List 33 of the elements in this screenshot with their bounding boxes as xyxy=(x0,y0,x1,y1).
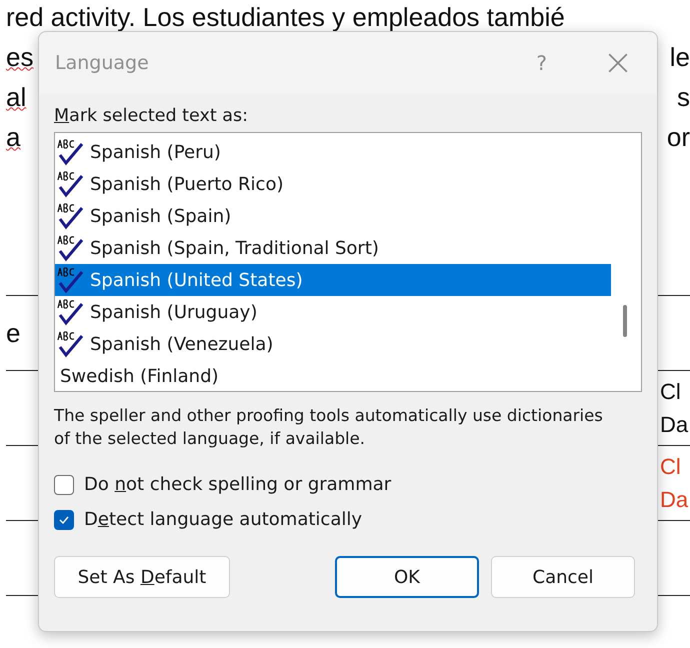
table-cell-text: e xyxy=(6,318,20,348)
table-cell-text: Cl xyxy=(660,378,682,406)
language-list[interactable]: Spanish (Peru) Spanish (Puerto Rico) Spanish (Spain) Spanish (Spain, Traditional Sort) Spanish (United States) Spanish (Uruguay) Spanish (Venezuela) Swedish (Finland) xyxy=(54,132,642,392)
document-text: le xyxy=(670,42,690,72)
document-text: al xyxy=(6,82,26,112)
table-cell-text: Cl xyxy=(660,453,682,481)
document-text: a xyxy=(6,122,20,152)
dialog-button[interactable]: Cancel xyxy=(491,556,635,598)
language-item[interactable]: Spanish (Venezuela) xyxy=(55,328,611,360)
dialog-button[interactable]: Set As Default xyxy=(54,556,230,598)
table-cell-text: Da xyxy=(660,486,690,514)
checkbox-label[interactable]: Detect language automatically xyxy=(84,509,362,530)
document-text: or xyxy=(666,122,690,152)
dialog-button[interactable]: OK xyxy=(335,556,479,598)
language-item[interactable]: Spanish (Spain, Traditional Sort) xyxy=(55,232,611,264)
info-text: The speller and other proofing tools automatically use dictionaries of the selected language, if available. xyxy=(54,405,604,450)
document-text: s xyxy=(677,82,690,112)
language-item[interactable]: Spanish (Peru) xyxy=(55,136,611,168)
checkbox-label[interactable]: Do not check spelling or grammar xyxy=(84,474,392,495)
language-item[interactable]: Spanish (Spain) xyxy=(55,200,611,232)
language-item[interactable]: Spanish (Uruguay) xyxy=(55,296,611,328)
table-cell-text: Da xyxy=(660,411,690,439)
document-text: es xyxy=(6,42,34,72)
document-text: red activity. Los estudiantes y empleados tambié xyxy=(6,2,565,32)
scrollbar-thumb[interactable] xyxy=(623,305,627,337)
window-title: Language xyxy=(55,52,150,74)
close-icon[interactable] xyxy=(607,52,629,74)
list-label: Mark selected text as: xyxy=(54,106,249,126)
language-item[interactable]: Spanish (Puerto Rico) xyxy=(55,168,611,200)
checkbox[interactable] xyxy=(54,510,74,530)
language-item[interactable]: Swedish (Finland) xyxy=(55,360,611,392)
language-item[interactable]: Spanish (United States) xyxy=(55,264,611,296)
checkbox[interactable] xyxy=(54,474,74,494)
